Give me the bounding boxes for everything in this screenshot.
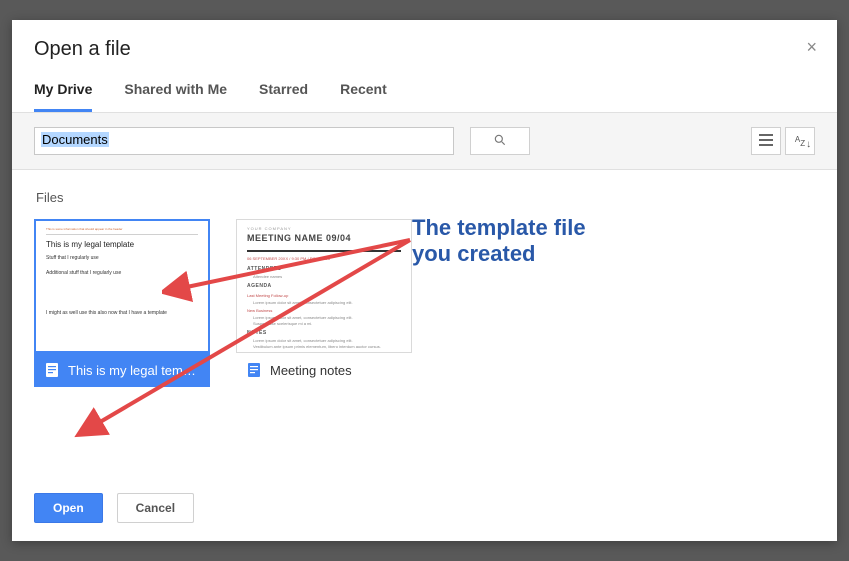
files-row: This is some information that should app… [34,219,815,387]
file-caption: Meeting notes [236,353,412,387]
search-icon [493,133,507,150]
list-view-button[interactable] [751,127,781,155]
thumb-line: Additional stuff that I regularly use [46,270,198,278]
docs-icon [44,362,60,378]
thumb-attendees-body: Attendee names [253,274,401,280]
toolbar: Documents AZ↓ [12,113,837,170]
thumb-new-head: New Business [247,308,401,314]
search-input[interactable]: Documents [34,127,454,155]
file-thumbnail: YOUR COMPANY MEETING NAME 09/04 06 SEPTE… [236,219,412,353]
dialog-header: Open a file × [12,20,837,61]
cancel-button[interactable]: Cancel [117,493,194,523]
file-caption: This is my legal temp… [34,353,210,387]
close-button[interactable]: × [806,38,817,56]
dialog-footer: Open Cancel [12,477,837,541]
tab-starred[interactable]: Starred [259,81,308,112]
tabs: My Drive Shared with Me Starred Recent [12,61,837,113]
file-card-legal-template[interactable]: This is some information that should app… [34,219,210,387]
thumb-agenda-head: AGENDA [247,283,401,291]
thumb-agenda-body: Lorem ipsum dolor sit amet, consectetuer… [253,300,401,306]
sort-az-button[interactable]: AZ↓ [785,127,815,155]
thumb-header: This is some information that should app… [46,227,198,235]
file-card-meeting-notes[interactable]: YOUR COMPANY MEETING NAME 09/04 06 SEPTE… [236,219,412,387]
sort-az-icon: AZ↓ [795,136,805,147]
search-button[interactable] [470,127,530,155]
tab-shared-with-me[interactable]: Shared with Me [124,81,227,112]
docs-icon [246,362,262,378]
file-name: Meeting notes [270,363,352,378]
thumb-new-body: Suspendisse scelerisque mi a mi. [253,321,401,327]
thumb-notes-body: Vestibulum ante ipsum primis elementum, … [253,344,401,350]
dialog-title: Open a file [34,38,815,61]
thumb-notes-head: NOTES [247,330,401,338]
file-thumbnail: This is some information that should app… [34,219,210,353]
thumb-line: Stuff that I regularly use [46,255,198,263]
thumb-meta: 06 SEPTEMBER 20XX / 9:30 PM / ROOM 123 [247,256,401,262]
content-area: Files This is some information that shou… [12,170,837,477]
thumb-divider [247,250,401,252]
thumb-attendees-head: ATTENDEES [247,266,401,274]
tab-recent[interactable]: Recent [340,81,387,112]
thumb-agenda-sub: Last Meeting Follow-up [247,293,401,299]
view-toggle: AZ↓ [751,127,815,155]
list-icon [759,134,773,149]
file-name: This is my legal temp… [68,363,200,378]
thumb-title: MEETING NAME 09/04 [247,232,401,246]
tab-my-drive[interactable]: My Drive [34,81,92,112]
thumb-title: This is my legal template [46,239,198,251]
open-button[interactable]: Open [34,493,103,523]
files-section-label: Files [36,190,815,205]
thumb-footer: I might as well use this also now that I… [46,310,198,318]
open-file-dialog: Open a file × My Drive Shared with Me St… [12,20,837,541]
